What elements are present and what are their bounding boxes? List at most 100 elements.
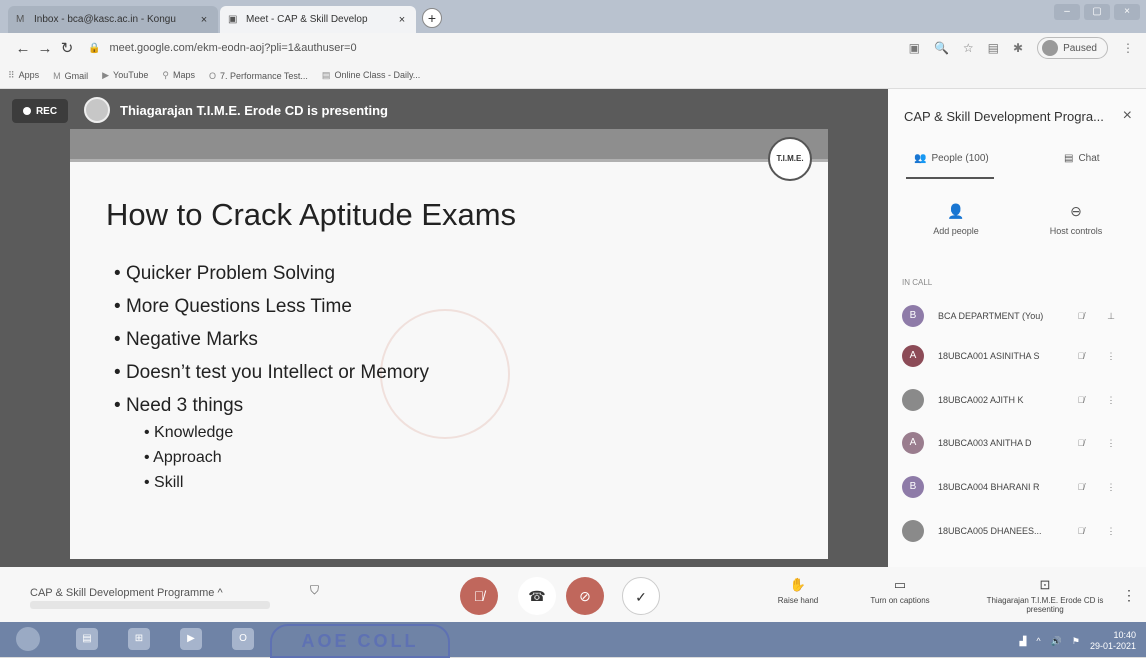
tab-chat[interactable]: ▤ Chat <box>1064 153 1100 164</box>
bookmark-performance-test[interactable]: O 7. Performance Test... <box>209 71 308 81</box>
more-options-icon[interactable]: ⋮ <box>1122 587 1136 604</box>
more-options-icon[interactable]: ⋮ <box>1096 351 1126 362</box>
participant-row[interactable]: 18UBCA002 AJITH K 🎙̸ ⋮ <box>902 388 1138 412</box>
camera-toggle-button[interactable]: ⊘ <box>566 577 604 615</box>
add-people-label: Add people <box>933 226 979 236</box>
bookmark-maps[interactable]: ⚲ Maps <box>162 70 195 81</box>
tab-close-icon[interactable]: × <box>198 14 210 26</box>
meet-icon: ▣ <box>228 14 238 25</box>
bookmark-apps[interactable]: ⠿ Apps <box>8 70 39 81</box>
toolbar-right: ▣ 🔍 ☆ ▤ ✱ Paused ⋮ <box>909 37 1134 59</box>
participant-row[interactable]: A 18UBCA001 ASINITHA S 🎙̸ ⋮ <box>902 344 1138 368</box>
tab-close-icon[interactable]: × <box>396 14 408 26</box>
star-icon[interactable]: ☆ <box>963 41 974 55</box>
participant-row[interactable]: 18UBCA005 DHANEES... 🎙̸ ⋮ <box>902 519 1138 543</box>
forward-icon[interactable]: → <box>34 40 56 57</box>
add-people-button[interactable]: 👤 Add people <box>916 203 996 236</box>
bookmark-site-icon: O <box>209 70 217 81</box>
start-button[interactable] <box>16 627 40 651</box>
minimize-button[interactable]: – <box>1054 4 1080 20</box>
close-window-button[interactable]: × <box>1114 4 1140 20</box>
add-person-icon: 👤 <box>947 203 965 219</box>
active-tab-indicator <box>906 177 994 179</box>
pin-icon[interactable]: ✱ <box>1013 41 1023 55</box>
maximize-button[interactable]: ▢ <box>1084 4 1110 20</box>
back-icon[interactable]: ← <box>12 40 34 57</box>
bullet-item: More Questions Less Time <box>114 296 429 329</box>
leave-call-button[interactable]: ☎ <box>518 577 556 615</box>
mic-off-icon[interactable]: 🎙̸ <box>1066 351 1096 361</box>
more-options-icon[interactable]: ⋮ <box>1096 482 1126 493</box>
mic-off-icon[interactable]: 🎙̸ <box>1066 482 1096 492</box>
reload-icon[interactable]: ↻ <box>56 39 78 57</box>
present-icon: ⊡ <box>1039 577 1051 592</box>
opera-icon[interactable]: O <box>232 628 254 650</box>
paused-label: Paused <box>1063 42 1097 54</box>
file-explorer-icon[interactable]: ▤ <box>76 628 98 650</box>
slide-bullets: Quicker Problem Solving More Questions L… <box>114 263 429 428</box>
url-field[interactable]: 🔒 meet.google.com/ekm-eodn-aoj?pli=1&aut… <box>88 42 909 54</box>
pin-icon[interactable]: ⊥ <box>1096 311 1126 322</box>
chevron-up-icon[interactable]: ^ <box>1036 636 1040 646</box>
avatar: B <box>902 305 924 327</box>
gmail-icon: M <box>16 14 25 25</box>
avatar: A <box>902 432 924 454</box>
check-icon[interactable]: ✓ <box>622 577 660 615</box>
raise-hand-label: Raise hand <box>777 596 819 605</box>
meeting-controls-bar: CAP & Skill Development Programme ^ ⛉ 🎙̸… <box>0 567 1146 622</box>
volume-icon[interactable]: 🔊 <box>1051 636 1062 647</box>
bullet-item: Doesn’t test you Intellect or Memory <box>114 362 429 395</box>
bookmarks-bar: ⠿ Apps M Gmail ▶ YouTube ⚲ Maps O 7. Performa… <box>0 63 1146 89</box>
bookmark-gmail[interactable]: M Gmail <box>53 71 88 81</box>
tab-gmail[interactable]: M Inbox - bca@kasc.ac.in - Kongu × <box>8 6 218 33</box>
more-options-icon[interactable]: ⋮ <box>1096 438 1126 449</box>
close-icon[interactable]: × <box>1123 107 1132 125</box>
network-icon[interactable]: ▟ <box>1020 636 1027 647</box>
clock-date: 29-01-2021 <box>1089 641 1136 651</box>
tab-meet[interactable]: ▣ Meet - CAP & Skill Develop × <box>220 6 416 33</box>
presenting-button[interactable]: ⊡ Thiagarajan T.I.M.E. Erode CD is prese… <box>974 577 1116 614</box>
participant-row[interactable]: B BCA DEPARTMENT (You) 🎙̸ ⊥ <box>902 304 1138 328</box>
extension-icon[interactable]: ▤ <box>988 41 999 55</box>
mic-toggle-button[interactable]: 🎙̸ <box>460 577 498 615</box>
tab-label: Meet - CAP & Skill Develop <box>246 14 368 25</box>
clock[interactable]: 10:40 29-01-2021 <box>1090 630 1136 652</box>
host-controls-label: Host controls <box>1049 226 1103 236</box>
panel-title: CAP & Skill Development Progra... <box>904 109 1104 124</box>
camera-blocked-icon[interactable]: ▣ <box>909 41 920 55</box>
bullet-item: Quicker Problem Solving <box>114 263 429 296</box>
slide-header-band <box>70 129 828 159</box>
menu-icon[interactable]: ⋮ <box>1122 41 1134 55</box>
rec-label: REC <box>35 105 58 117</box>
participant-name: 18UBCA001 ASINITHA S <box>938 351 1040 361</box>
more-options-icon[interactable]: ⋮ <box>1096 395 1126 406</box>
host-controls-button[interactable]: ⊖ Host controls <box>1036 203 1116 236</box>
tab-people[interactable]: 👥 People (100) <box>914 153 989 164</box>
meeting-details-button[interactable]: CAP & Skill Development Programme ^ <box>30 587 223 599</box>
zoom-icon[interactable]: 🔍 <box>934 41 949 55</box>
raise-hand-button[interactable]: ✋ Raise hand <box>768 577 828 605</box>
people-tab-label: People (100) <box>931 153 989 164</box>
sub-bullet-item: Approach <box>144 449 233 474</box>
media-icon[interactable]: ▶ <box>180 628 202 650</box>
address-bar: ← → ↻ 🔒 meet.google.com/ekm-eodn-aoj?pli… <box>0 33 1146 63</box>
browser-tabstrip: M Inbox - bca@kasc.ac.in - Kongu × ▣ Mee… <box>0 0 1146 33</box>
flag-icon[interactable]: ⚑ <box>1072 636 1080 647</box>
participant-row[interactable]: B 18UBCA004 BHARANI R 🎙̸ ⋮ <box>902 475 1138 499</box>
bookmark-youtube[interactable]: ▶ YouTube <box>102 70 148 81</box>
new-tab-button[interactable]: + <box>422 8 442 28</box>
captions-button[interactable]: ▭ Turn on captions <box>858 577 942 605</box>
more-options-icon[interactable]: ⋮ <box>1096 526 1126 537</box>
mic-off-icon[interactable]: 🎙̸ <box>1066 526 1096 536</box>
mic-off-icon[interactable]: 🎙̸ <box>1066 438 1096 448</box>
profile-avatar <box>1042 40 1059 56</box>
bookmark-online-class[interactable]: ▤ Online Class - Daily... <box>322 70 420 81</box>
participant-name: 18UBCA003 ANITHA D <box>938 438 1032 448</box>
mic-off-icon[interactable]: 🎙̸ <box>1066 395 1096 405</box>
mic-off-icon[interactable]: 🎙̸ <box>1066 311 1096 321</box>
shared-slide: T.I.M.E. How to Crack Aptitude Exams Qui… <box>70 129 828 559</box>
shield-icon[interactable]: ⛉ <box>310 583 319 598</box>
app-icon[interactable]: ⊞ <box>128 628 150 650</box>
profile-paused-button[interactable]: Paused <box>1037 37 1108 59</box>
participant-row[interactable]: A 18UBCA003 ANITHA D 🎙̸ ⋮ <box>902 431 1138 455</box>
